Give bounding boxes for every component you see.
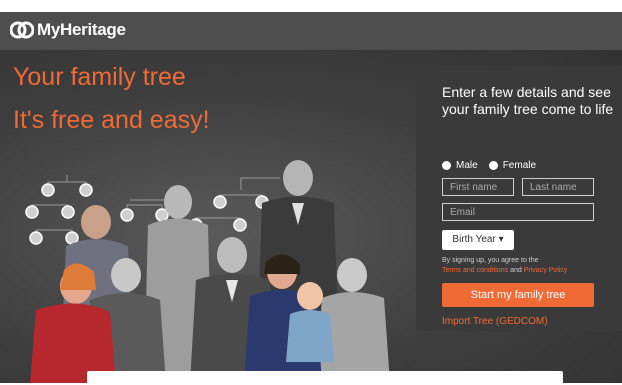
- signup-title: Enter a few details and see your family …: [442, 84, 614, 117]
- import-gedcom-link[interactable]: Import Tree (GEDCOM): [442, 316, 548, 327]
- male-radio[interactable]: [442, 161, 451, 170]
- male-label[interactable]: Male: [456, 160, 478, 171]
- email-input[interactable]: Email: [442, 203, 594, 221]
- myheritage-logo-icon: [10, 21, 34, 39]
- hero-section: Your family tree It's free and easy! Ent…: [0, 50, 622, 383]
- start-family-tree-button[interactable]: Start my family tree: [442, 283, 594, 307]
- logo-text: MyHeritage: [37, 20, 126, 39]
- signup-panel: Enter a few details and see your family …: [416, 66, 622, 331]
- terms-notice: By signing up, you agree to the Terms an…: [442, 256, 614, 276]
- terms-and: and: [510, 267, 522, 274]
- headline-line-1: Your family tree: [13, 63, 186, 91]
- caret-down-icon: ▾: [498, 234, 504, 245]
- myheritage-logo[interactable]: MyHeritage: [10, 20, 126, 40]
- first-name-input[interactable]: First name: [442, 178, 514, 196]
- birth-year-label: Birth Year: [452, 234, 496, 245]
- last-name-input[interactable]: Last name: [522, 178, 594, 196]
- headline-line-2: It's free and easy!: [13, 106, 210, 134]
- gender-selector: Male Female: [442, 160, 547, 171]
- terms-link[interactable]: Terms and conditions: [442, 267, 508, 274]
- birth-year-select[interactable]: Birth Year ▾: [442, 230, 514, 250]
- privacy-link[interactable]: Privacy Policy: [524, 267, 568, 274]
- page-top-strip: [0, 0, 622, 12]
- female-radio[interactable]: [488, 161, 498, 170]
- female-label[interactable]: Female: [503, 160, 536, 171]
- site-header: MyHeritage: [0, 12, 622, 50]
- terms-prefix: By signing up, you agree to the: [442, 257, 539, 264]
